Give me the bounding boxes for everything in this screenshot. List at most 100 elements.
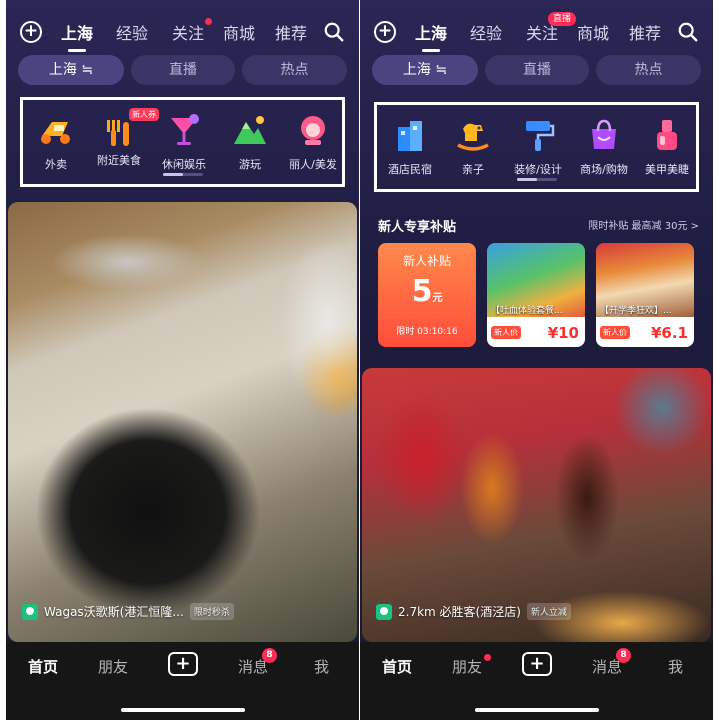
location-pin-icon [376,603,392,620]
coupon-amount-value: 5 [411,274,433,309]
nail-polish-icon [657,120,677,150]
location-name: Wagas沃歌斯(港汇恒隆... [44,605,184,619]
new-user-price-tag: 新人价 [600,326,630,339]
category-grid: 酒店民宿 亲子 装修/设计 商场/购物 美甲美睫 [374,102,699,192]
nav-home[interactable]: 首页 [28,656,58,677]
create-post-button[interactable]: + [168,652,198,676]
search-icon[interactable] [677,21,699,43]
live-badge: 直播 [548,12,577,26]
beauty-icon [301,116,325,145]
feed-photo-card[interactable]: Wagas沃歌斯(港汇恒隆... 限时秒杀 [8,202,357,642]
category-label: 外卖 [45,158,67,171]
subtab-live[interactable]: 直播 [131,55,235,85]
subsidy-header: 新人专享补贴 限时补贴 最高减 30元 > [378,214,699,235]
home-indicator [474,708,599,712]
category-decoration[interactable]: 装修/设计 [505,117,571,177]
tab-recommend[interactable]: 推荐 [275,20,307,44]
hotel-icon [398,121,422,151]
nav-friends[interactable]: 朋友 [98,656,128,677]
nav-me[interactable]: 我 [668,656,683,677]
scroll-indicator [162,173,203,176]
category-label: 休闲娱乐 [162,158,206,171]
location-pill[interactable]: Wagas沃歌斯(港汇恒隆... 限时秒杀 [22,603,234,620]
subsidy-title: 新人专享补贴 [378,220,457,235]
scroll-indicator [516,178,557,181]
fork-icon: 新人券 [101,108,159,148]
category-label: 酒店民宿 [388,163,432,176]
location-pin-icon [22,603,38,620]
category-label: 美甲美睫 [645,163,689,176]
new-user-coupon-card[interactable]: 新人补贴 5元 限时 03:10:16 [378,243,476,347]
friends-notification-dot [484,654,491,661]
product-footer: 新人价 ¥6.1 [596,317,694,347]
promo-tag: 新人立减 [526,603,571,620]
paint-roller-icon [526,121,555,151]
product-name: 【吐血体验套餐... [491,306,563,316]
category-beauty[interactable]: 丽人/美发 [280,112,346,172]
shopping-bag-icon [592,119,616,149]
product-price: ¥10 [547,324,579,342]
tab-mall[interactable]: 商城 [223,20,255,44]
tab-recommend[interactable]: 推荐 [629,20,661,44]
category-kids[interactable]: 亲子 [440,117,506,177]
category-play[interactable]: 游玩 [217,112,283,172]
mountain-icon [234,116,266,144]
phone-screen-left: + 上海 经验 关注 商城 推荐 上海 ≒ 直播 热点 外卖 新人券 附近美食 … [6,0,359,720]
category-nails[interactable]: 美甲美睫 [634,117,700,177]
category-nearby-food[interactable]: 新人券 附近美食 [86,108,159,168]
category-label: 丽人/美发 [289,158,337,171]
subtab-live[interactable]: 直播 [485,55,589,85]
subsidy-more-link[interactable]: 限时补贴 最高减 30元 > [588,217,699,232]
add-circle-icon[interactable]: + [374,21,396,43]
category-label: 游玩 [239,158,261,171]
top-nav: + 上海 经验 关注 商城 推荐 [6,18,359,52]
search-icon[interactable] [323,21,345,43]
tab-shanghai[interactable]: 上海 [415,20,447,52]
coupon-timer: 限时 03:10:16 [396,327,458,337]
tab-experience[interactable]: 经验 [470,20,502,44]
subtab-hot[interactable]: 热点 [596,55,701,85]
product-card[interactable]: 【开学季狂欢】... 新人价 ¥6.1 [596,243,694,347]
sub-tabs: 上海 ≒ 直播 热点 [372,55,701,85]
bottom-nav: 首页 朋友 + 消息 8 我 [360,642,713,720]
category-label: 亲子 [462,163,484,176]
add-circle-icon[interactable]: + [20,21,42,43]
home-indicator [120,708,245,712]
category-label: 商场/购物 [580,163,628,176]
message-count-badge: 8 [616,648,631,663]
message-count-badge: 8 [262,648,277,663]
category-shopping[interactable]: 商场/购物 [571,117,637,177]
coupon-amount: 5元 [378,275,476,316]
location-pill[interactable]: 2.7km 必胜客(酒泾店) 新人立减 [376,603,571,620]
bottom-nav: 首页 朋友 + 消息 8 我 [6,642,359,720]
category-takeout[interactable]: 外卖 [23,112,89,172]
cocktail-icon [171,114,199,145]
feed-photo-card[interactable]: 2.7km 必胜客(酒泾店) 新人立减 [362,368,711,642]
category-leisure[interactable]: 休闲娱乐 [151,112,217,172]
tab-shanghai[interactable]: 上海 [61,20,93,52]
scooter-icon [41,122,70,144]
new-user-price-tag: 新人价 [491,326,521,339]
phone-screen-right: + 上海 经验 关注 直播 商城 推荐 上海 ≒ 直播 热点 酒店民宿 亲子 装… [360,0,713,720]
product-name: 【开学季狂欢】... [600,306,672,316]
product-footer: 新人价 ¥10 [487,317,585,347]
notification-dot [205,18,212,25]
tab-mall[interactable]: 商城 [577,20,609,44]
nav-home[interactable]: 首页 [382,656,412,677]
subtab-shanghai[interactable]: 上海 ≒ [372,55,478,85]
nav-me[interactable]: 我 [314,656,329,677]
tab-follow[interactable]: 关注 [172,20,204,44]
subtab-shanghai[interactable]: 上海 ≒ [18,55,124,85]
tab-experience[interactable]: 经验 [116,20,148,44]
nav-friends[interactable]: 朋友 [452,656,482,677]
product-card[interactable]: 【吐血体验套餐... 新人价 ¥10 [487,243,585,347]
sub-tabs: 上海 ≒ 直播 热点 [18,55,347,85]
category-label: 附近美食 [97,154,141,167]
promo-tag: 限时秒杀 [189,603,234,620]
category-hotel[interactable]: 酒店民宿 [377,117,443,177]
create-post-button[interactable]: + [522,652,552,676]
coupon-title: 新人补贴 [402,254,451,268]
rocking-horse-icon [457,123,489,151]
subtab-hot[interactable]: 热点 [242,55,347,85]
top-nav: + 上海 经验 关注 直播 商城 推荐 [360,12,713,52]
